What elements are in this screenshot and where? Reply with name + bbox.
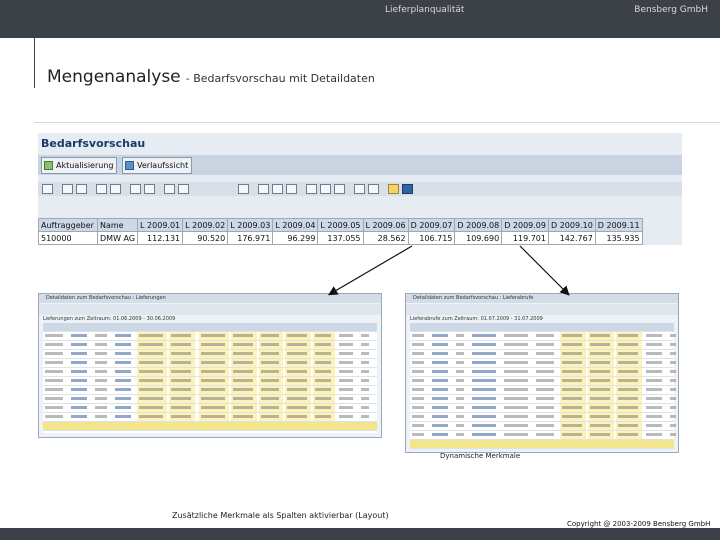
connector-arrows bbox=[327, 245, 570, 296]
arrow-to-deliveries bbox=[327, 245, 413, 296]
layout-features-caption: Zusätzliche Merkmale als Spalten aktivie… bbox=[172, 511, 389, 520]
footer-bar bbox=[0, 528, 720, 540]
dynamic-features-caption: Dynamische Merkmale bbox=[440, 452, 521, 460]
arrow-to-schedule-lines bbox=[519, 245, 570, 296]
copyright-text: Copyright @ 2003-2009 Bensberg GmbH bbox=[567, 520, 711, 528]
